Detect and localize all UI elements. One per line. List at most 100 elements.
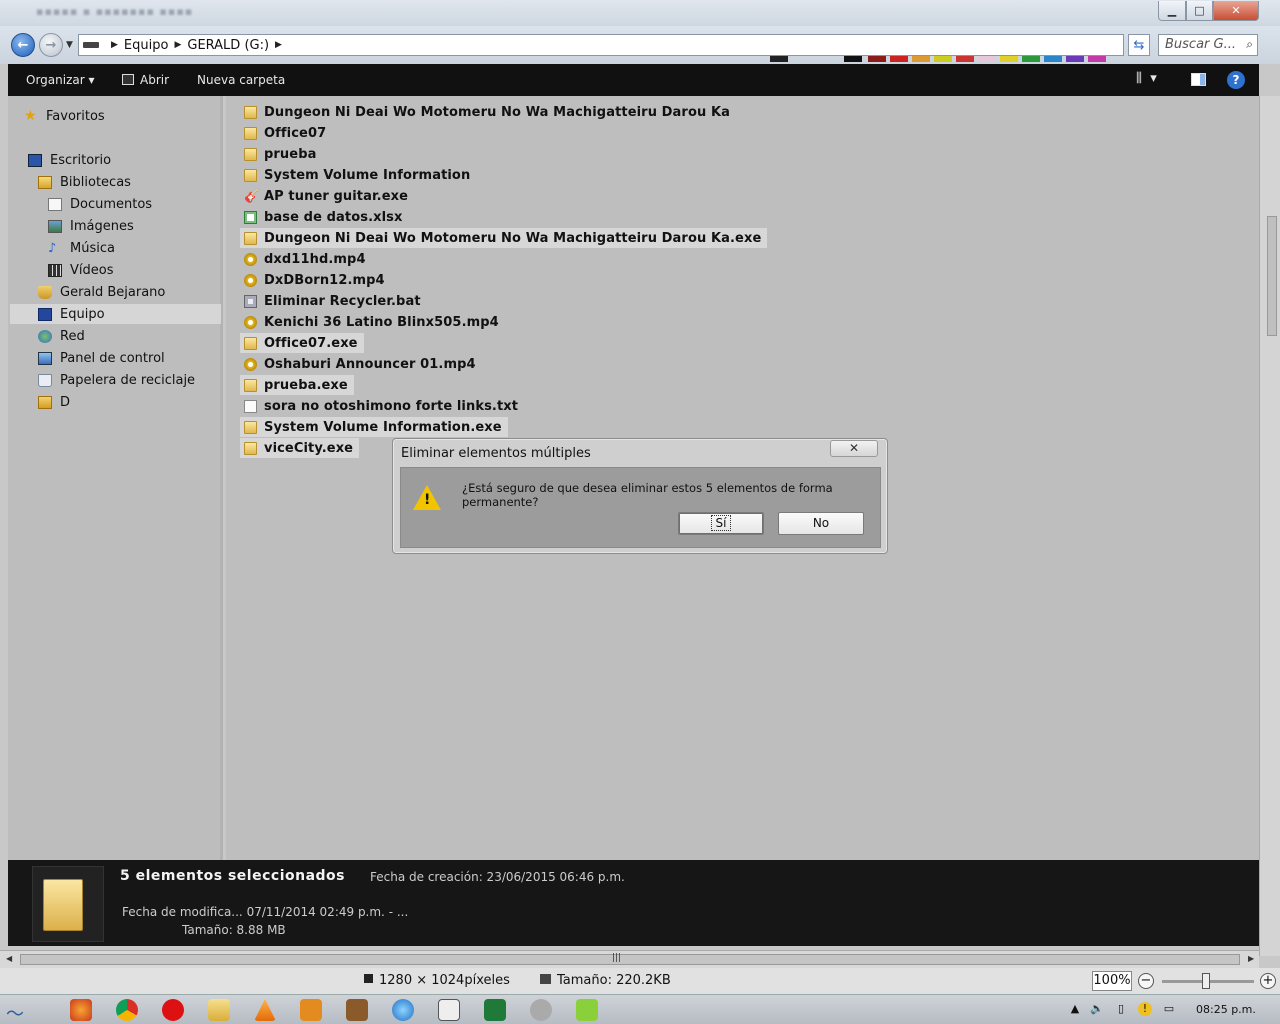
vlc-icon[interactable] (254, 999, 276, 1021)
open-icon (122, 74, 134, 85)
list-item[interactable]: DxDBorn12.mp4 (240, 270, 391, 290)
list-item[interactable]: Dungeon Ni Deai Wo Motomeru No Wa Machig… (240, 102, 736, 122)
color-swatch (844, 56, 862, 62)
chrome-icon[interactable] (116, 999, 138, 1021)
sidebar-item-music[interactable]: ♪ Música (48, 238, 115, 258)
sidebar-item-pictures[interactable]: Imágenes (48, 216, 134, 236)
sidebar-item-recycle-bin[interactable]: Papelera de reciclaje (38, 370, 195, 390)
recent-pages-dropdown[interactable]: ▼ (66, 40, 73, 50)
dialog-message: ¿Está seguro de que desea eliminar estos… (462, 481, 833, 509)
excel-icon[interactable] (484, 999, 506, 1021)
list-item[interactable]: sora no otoshimono forte links.txt (240, 396, 524, 416)
list-item[interactable]: Office07 (240, 123, 332, 143)
list-item[interactable]: Kenichi 36 Latino Blinx505.mp4 (240, 312, 505, 332)
sidebar-item-desktop[interactable]: Escritorio (28, 150, 111, 170)
folder-icon (244, 147, 257, 161)
sidebar-item-user[interactable]: Gerald Bejarano (38, 282, 165, 302)
yes-button[interactable]: Sí (678, 512, 764, 535)
scrollbar-thumb[interactable] (20, 954, 1240, 965)
clock[interactable]: 08:25 p.m. (1196, 1003, 1256, 1016)
zoom-in-button[interactable]: + (1260, 973, 1276, 989)
breadcrumb-drive[interactable]: GERALD (G:) (187, 38, 269, 53)
sidebar-item-videos[interactable]: Vídeos (48, 260, 113, 280)
folder-icon (244, 378, 257, 392)
address-bar[interactable]: ▶ Equipo ▶ GERALD (G:) ▶ ▼ (78, 34, 1193, 56)
sidebar-item-libraries[interactable]: Bibliotecas (38, 172, 131, 192)
firefox-icon[interactable] (70, 999, 92, 1021)
settings-icon[interactable] (530, 999, 552, 1021)
minimize-button[interactable]: ▁ (1158, 1, 1186, 21)
sidebar-item-control-panel[interactable]: Panel de control (38, 348, 165, 368)
no-button[interactable]: No (778, 512, 864, 535)
archive-icon[interactable] (346, 999, 368, 1021)
sidebar-item-favorites[interactable]: ★ Favoritos (24, 106, 105, 126)
organize-menu-button[interactable]: Organizar ▾ (26, 73, 95, 87)
calculator-icon[interactable] (438, 999, 460, 1021)
maximize-button[interactable]: □ (1186, 1, 1213, 21)
search-input[interactable]: Buscar G... ⌕ (1158, 34, 1258, 56)
dialog-title: Eliminar elementos múltiples (401, 446, 591, 461)
sidebar-item-label: Escritorio (50, 152, 112, 168)
dialog-close-button[interactable]: ✕ (830, 440, 878, 457)
media-player-icon[interactable] (300, 999, 322, 1021)
refresh-button[interactable]: ⇆ (1128, 34, 1150, 56)
change-view-button[interactable]: ⫼ ▾ (1136, 71, 1157, 86)
list-item[interactable]: System Volume Information.exe (240, 417, 508, 437)
sidebar-item-documents[interactable]: Documentos (48, 194, 152, 214)
libraries-icon (38, 175, 52, 189)
window-title-blurred: ▪▪▪▪▪ ▪ ▪▪▪▪▪▪▪ ▪▪▪▪ (36, 5, 194, 18)
horizontal-scrollbar[interactable]: ◀ ||| ▶ (0, 950, 1259, 968)
help-icon[interactable]: ? (1227, 71, 1245, 89)
forward-button[interactable]: → (39, 33, 63, 57)
star-icon: ★ (24, 107, 37, 124)
music-player-icon[interactable] (392, 999, 414, 1021)
list-item[interactable]: prueba.exe (240, 375, 354, 395)
open-label: Abrir (140, 73, 170, 87)
volume-icon[interactable]: 🔈 (1090, 1002, 1104, 1016)
list-item[interactable]: Eliminar Recycler.bat (240, 291, 427, 311)
list-item[interactable]: viceCity.exe (240, 438, 360, 458)
scroll-right-icon[interactable]: ▶ (1248, 954, 1254, 963)
preview-pane-icon[interactable] (1191, 73, 1206, 86)
chevron-right-icon[interactable]: ▶ (174, 40, 181, 50)
breadcrumb-computer[interactable]: Equipo (124, 38, 169, 53)
start-button[interactable]: 〜 (6, 1000, 50, 1024)
explorer-icon[interactable] (208, 999, 230, 1021)
sidebar-item-computer[interactable]: Equipo (10, 304, 221, 324)
scrollbar-thumb[interactable] (1267, 216, 1277, 336)
opera-icon[interactable] (162, 999, 184, 1021)
list-item[interactable]: base de datos.xlsx (240, 207, 408, 227)
chevron-right-icon[interactable]: ▶ (111, 40, 118, 50)
back-button[interactable]: ← (11, 33, 35, 57)
network-tray-icon[interactable]: ▭ (1162, 1002, 1176, 1016)
list-item[interactable]: Oshaburi Announcer 01.mp4 (240, 354, 482, 374)
zoom-slider-handle[interactable] (1202, 973, 1210, 989)
app-icon[interactable] (576, 999, 598, 1021)
batch-icon (244, 294, 257, 308)
new-folder-button[interactable]: Nueva carpeta (197, 73, 285, 87)
zoom-out-button[interactable]: − (1138, 973, 1154, 989)
close-window-button[interactable]: ✕ (1213, 1, 1259, 21)
sidebar-item-network[interactable]: Red (38, 326, 85, 346)
file-name: Office07 (264, 125, 327, 141)
list-item[interactable]: dxd11hd.mp4 (240, 249, 372, 269)
folder-icon (38, 395, 52, 409)
chevron-right-icon[interactable]: ▶ (275, 40, 282, 50)
delete-confirmation-dialog: Eliminar elementos múltiples ✕ ! ¿Está s… (392, 438, 888, 554)
sidebar-item-d[interactable]: D (38, 392, 70, 412)
list-item[interactable]: Dungeon Ni Deai Wo Motomeru No Wa Machig… (240, 228, 768, 248)
list-item[interactable]: Office07.exe (240, 333, 364, 353)
warning-tray-icon[interactable]: ! (1138, 1002, 1152, 1016)
power-icon[interactable]: ▯ (1114, 1002, 1128, 1016)
file-name: AP tuner guitar.exe (264, 188, 409, 204)
open-button[interactable]: Abrir (122, 73, 169, 87)
vertical-scrollbar[interactable] (1259, 96, 1280, 956)
zoom-level[interactable]: 100% (1092, 971, 1132, 991)
folder-icon (244, 126, 257, 140)
list-item[interactable]: prueba (240, 144, 322, 164)
scroll-left-icon[interactable]: ◀ (6, 954, 12, 963)
search-icon[interactable]: ⌕ (1246, 37, 1253, 52)
list-item[interactable]: System Volume Information (240, 165, 476, 185)
list-item[interactable]: 🎸 AP tuner guitar.exe (240, 186, 414, 206)
tray-expand-icon[interactable]: ▲ (1068, 1002, 1082, 1016)
